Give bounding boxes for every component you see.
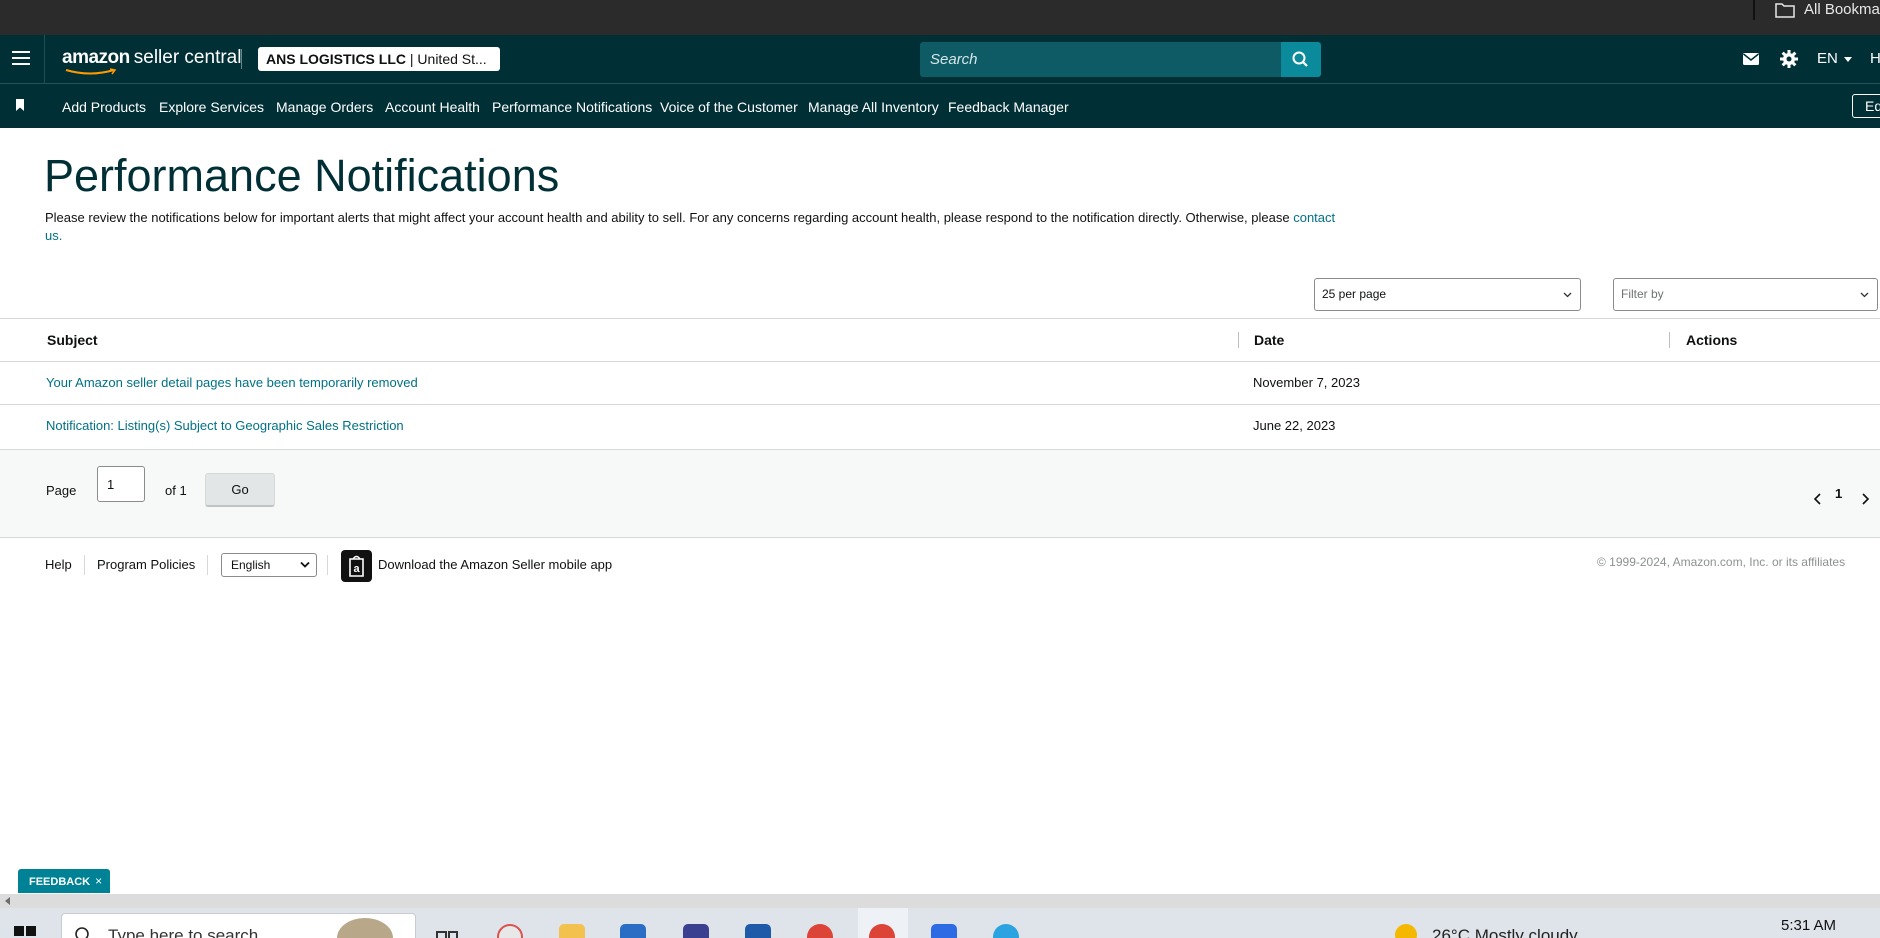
footer-help-link[interactable]: Help [45, 557, 72, 572]
nav-manage-all-inventory[interactable]: Manage All Inventory [808, 99, 939, 115]
nav-manage-orders[interactable]: Manage Orders [276, 99, 373, 115]
chevron-down-icon [300, 561, 310, 568]
notification-date: November 7, 2023 [1253, 375, 1360, 390]
feedback-tab[interactable]: FEEDBACK × [18, 869, 110, 893]
page-description: Please review the notifications below fo… [45, 209, 1345, 245]
account-switcher[interactable]: ANS LOGISTICS LLC | United St... [258, 47, 500, 71]
footer-separator [207, 555, 208, 575]
header-divider [44, 35, 45, 83]
amazon-smile-icon [65, 68, 117, 75]
page-title: Performance Notifications [44, 150, 560, 201]
copyright-text: © 1999-2024, Amazon.com, Inc. or its aff… [1597, 555, 1846, 569]
per-page-value: 25 per page [1322, 287, 1387, 301]
footer-program-policies-link[interactable]: Program Policies [97, 557, 195, 572]
search-icon [75, 927, 89, 938]
nav-voice-of-the-customer[interactable]: Voice of the Customer [660, 99, 798, 115]
seller-central-logo[interactable]: amazon seller central [62, 47, 241, 69]
feedback-label: FEEDBACK [29, 876, 91, 888]
search-input[interactable] [920, 42, 1281, 77]
account-region: | United St... [409, 51, 487, 67]
svg-text:a: a [353, 563, 360, 575]
current-page-number[interactable]: 1 [1835, 486, 1842, 501]
task-view-icon[interactable] [434, 924, 460, 938]
header-overflow-item[interactable]: H [1870, 50, 1880, 67]
footer-language-select[interactable]: English [221, 553, 317, 577]
search-highlight-image [337, 918, 393, 938]
edit-nav-button[interactable]: Ed [1852, 94, 1880, 118]
mail-icon[interactable] [1741, 49, 1761, 69]
language-selector[interactable]: EN [1817, 50, 1852, 67]
scroll-left-icon[interactable] [5, 897, 10, 905]
taskbar-clock[interactable]: 5:31 AM [1781, 917, 1836, 934]
hamburger-menu-icon[interactable] [12, 51, 30, 65]
page-total-label: of 1 [165, 483, 187, 498]
nav-explore-services[interactable]: Explore Services [159, 99, 264, 115]
table-header-border [0, 361, 1880, 362]
seller-central-header: amazon seller central ANS LOGISTICS LLC |… [0, 35, 1880, 83]
chevron-left-icon[interactable] [1813, 493, 1823, 505]
column-header-actions: Actions [1686, 332, 1738, 348]
search-icon [1292, 51, 1308, 67]
nav-account-health[interactable]: Account Health [385, 99, 480, 115]
table-top-border [0, 318, 1880, 319]
folder-icon[interactable] [1775, 2, 1795, 18]
taskbar-weather[interactable]: 26°C Mostly cloudy [1432, 926, 1578, 938]
chevron-down-icon [1860, 292, 1869, 298]
footer-separator [327, 555, 328, 575]
horizontal-scrollbar[interactable] [0, 894, 1880, 908]
zoom-icon[interactable] [931, 924, 957, 938]
bookmarked-nav-bar: Add Products Explore Services Manage Ord… [0, 83, 1880, 128]
app-icon[interactable] [497, 924, 523, 938]
browser-bookmarks-bar: All Bookma [0, 0, 1880, 35]
description-text: Please review the notifications below fo… [45, 210, 1290, 225]
windows-taskbar: Type here to search 26°C Mostly cloudy 5… [0, 908, 1880, 938]
notification-subject-link[interactable]: Notification: Listing(s) Subject to Geog… [46, 418, 404, 433]
account-separator [241, 49, 242, 69]
footer-language-value: English [231, 558, 271, 572]
nav-performance-notifications[interactable]: Performance Notifications [492, 99, 652, 115]
caret-down-icon [1843, 56, 1852, 62]
account-name: ANS LOGISTICS LLC [266, 51, 406, 67]
page-number-input[interactable] [97, 466, 145, 502]
language-label: EN [1817, 50, 1838, 67]
bookmark-icon[interactable] [15, 99, 25, 111]
store-icon[interactable] [620, 924, 646, 938]
row-divider [0, 404, 1880, 405]
mail-app-icon[interactable] [745, 924, 771, 938]
app-icon[interactable] [683, 924, 709, 938]
close-icon[interactable]: × [95, 874, 102, 888]
windows-start-icon[interactable] [14, 926, 36, 938]
page-label: Page [46, 483, 77, 498]
bookmarks-separator [1753, 0, 1755, 20]
file-explorer-icon[interactable] [559, 924, 585, 938]
go-button[interactable]: Go [205, 473, 275, 507]
chevron-down-icon [1563, 292, 1572, 298]
logo-brand: amazon [62, 47, 130, 68]
search-button[interactable] [1281, 42, 1321, 77]
search-box [920, 42, 1281, 77]
column-separator [1238, 332, 1239, 348]
per-page-select[interactable]: 25 per page [1314, 278, 1581, 311]
gear-icon[interactable] [1779, 49, 1799, 69]
download-app-link[interactable]: Download the Amazon Seller mobile app [378, 557, 612, 572]
nav-add-products[interactable]: Add Products [62, 99, 146, 115]
footer-separator [84, 555, 85, 575]
notification-date: June 22, 2023 [1253, 418, 1336, 433]
pagination-bar: Page of 1 Go 1 [0, 449, 1880, 538]
taskbar-search-placeholder: Type here to search [108, 926, 259, 938]
filter-placeholder: Filter by [1621, 287, 1664, 301]
logo-product: seller central [133, 47, 242, 68]
nav-feedback-manager[interactable]: Feedback Manager [948, 99, 1069, 115]
weather-icon[interactable] [1395, 924, 1417, 938]
column-separator [1669, 332, 1670, 348]
column-header-date: Date [1254, 332, 1285, 348]
telegram-icon[interactable] [993, 924, 1019, 938]
notification-subject-link[interactable]: Your Amazon seller detail pages have bee… [46, 375, 418, 390]
amazon-seller-app-icon[interactable]: a [341, 550, 372, 582]
chevron-right-icon[interactable] [1860, 493, 1870, 505]
column-header-subject: Subject [47, 332, 98, 348]
all-bookmarks-label[interactable]: All Bookma [1804, 1, 1880, 18]
filter-select[interactable]: Filter by [1613, 278, 1878, 311]
chrome-icon[interactable] [807, 924, 833, 938]
